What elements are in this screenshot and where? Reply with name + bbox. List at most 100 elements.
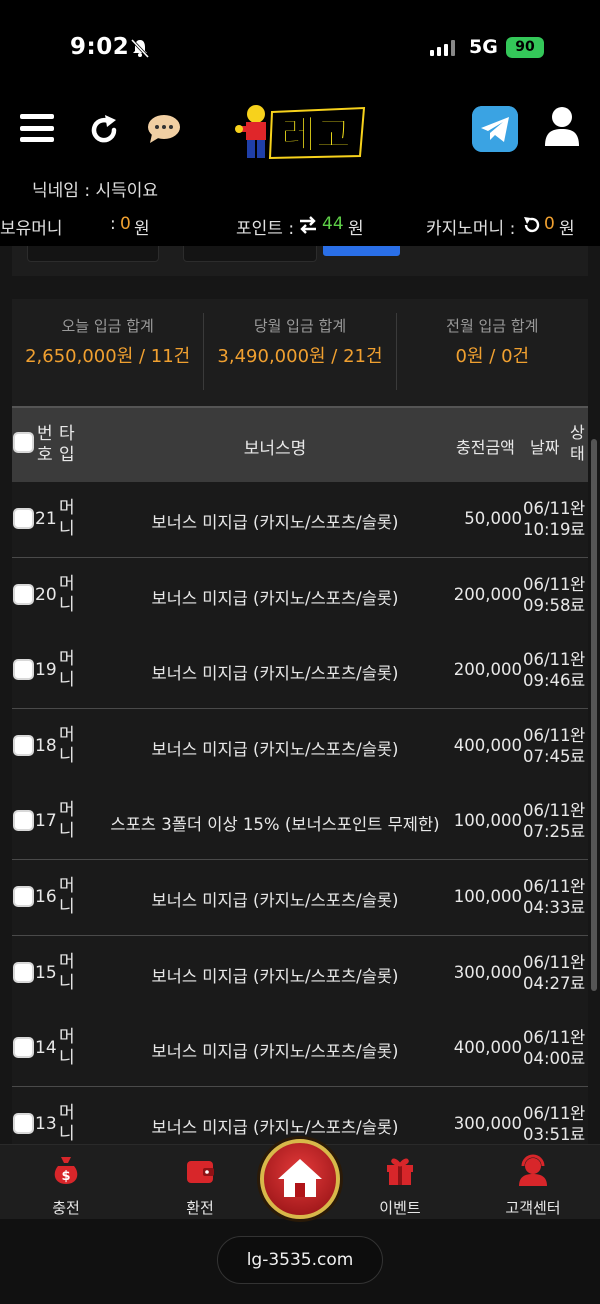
table-row[interactable]: 16 머니 보너스 미지급 (카지노/스포츠/슬롯) 100,000 06/11 04:3… <box>12 860 588 936</box>
summary-today-value: 2,650,000원 / 11건 <box>25 346 191 367</box>
summary-today: 오늘 입금 합계 2,650,000원 / 11건 <box>12 313 205 390</box>
row-time: 09:46 <box>523 671 571 691</box>
start-date-field[interactable] <box>27 246 159 262</box>
nav-support-label: 고객센터 <box>505 1199 561 1217</box>
row-checkbox[interactable] <box>13 1112 34 1134</box>
table-row[interactable]: 19 머니 보너스 미지급 (카지노/스포츠/슬롯) 200,000 06/11 09:4… <box>12 633 588 710</box>
row-date: 06/11 <box>523 877 571 896</box>
row-amount: 200,000 <box>453 584 522 604</box>
table-row[interactable]: 15 머니 보너스 미지급 (카지노/스포츠/슬롯) 300,000 06/11 04:2… <box>12 935 588 1012</box>
table-row[interactable]: 18 머니 보너스 미지급 (카지노/스포츠/슬롯) 400,000 06/11 07:4… <box>12 708 588 785</box>
points-unit: 원 <box>348 219 364 239</box>
telegram-icon[interactable] <box>472 106 518 152</box>
logo[interactable]: 레고 <box>232 102 366 164</box>
row-date: 06/11 <box>523 574 571 594</box>
summary-month-value: 3,490,000원 / 21건 <box>217 346 383 367</box>
url-bar[interactable]: lg-3535.com <box>217 1236 383 1284</box>
row-type: 머니 <box>59 1102 75 1144</box>
refresh-icon[interactable] <box>86 112 122 148</box>
row-bonus-name: 보너스 미지급 (카지노/스포츠/슬롯) <box>151 664 399 684</box>
row-amount: 100,000 <box>453 887 522 906</box>
row-checkbox[interactable] <box>13 659 34 681</box>
balance-label: 보유머니 <box>0 219 63 239</box>
deposit-history-panel: 오늘 입금 합계 2,650,000원 / 11건 당월 입금 합계 3,490… <box>0 246 600 1144</box>
exchange-icon[interactable] <box>298 216 318 234</box>
summary-today-label: 오늘 입금 합계 <box>61 317 154 335</box>
nav-support[interactable]: 고객센터 <box>488 1153 578 1218</box>
row-datetime: 06/11 09:46 <box>523 649 575 691</box>
row-num: 18 <box>35 735 57 756</box>
row-checkbox[interactable] <box>13 1037 34 1059</box>
row-datetime: 06/11 03:51 <box>523 1103 575 1144</box>
row-datetime: 06/11 09:58 <box>523 574 575 616</box>
nav-event[interactable]: 이벤트 <box>355 1153 445 1218</box>
row-datetime: 06/11 04:00 <box>523 1027 575 1069</box>
summary-last-month-label: 전월 입금 합계 <box>446 317 539 335</box>
bottom-nav: $ 충전 환전 이벤트 고객센터 lg-3535.com <box>0 1139 600 1304</box>
row-datetime: 06/11 07:45 <box>523 725 575 767</box>
row-amount: 300,000 <box>453 1113 522 1133</box>
casino-label: 카지노머니 : <box>426 219 516 239</box>
home-icon <box>278 1159 322 1197</box>
table-row[interactable]: 21 머니 보너스 미지급 (카지노/스포츠/슬롯) 50,000 06/11 10:19… <box>12 482 588 558</box>
select-all-checkbox[interactable] <box>13 432 34 453</box>
nav-withdraw-label: 환전 <box>186 1199 214 1217</box>
status-time: 9:02 <box>70 34 130 60</box>
row-status: 완료 <box>570 877 586 917</box>
row-status: 완료 <box>570 725 586 766</box>
row-num: 20 <box>35 584 57 605</box>
row-checkbox[interactable] <box>13 810 34 832</box>
reload-icon[interactable] <box>522 216 540 234</box>
search-button[interactable] <box>323 246 400 256</box>
wallet-icon <box>187 1161 214 1183</box>
summary-last-month: 전월 입금 합계 0원 / 0건 <box>397 313 588 390</box>
row-time: 03:51 <box>523 1124 571 1144</box>
row-bonus-name: 보너스 미지급 (카지노/스포츠/슬롯) <box>151 513 399 532</box>
chat-icon[interactable] <box>146 114 182 144</box>
svg-text:레고: 레고 <box>281 113 351 157</box>
support-agent-icon <box>519 1154 547 1186</box>
table-row[interactable]: 14 머니 보너스 미지급 (카지노/스포츠/슬롯) 400,000 06/11 04:0… <box>12 1011 588 1088</box>
header-date: 날짜 <box>530 438 560 457</box>
row-datetime: 06/11 10:19 <box>523 498 575 540</box>
row-bonus-name: 스포츠 3폴더 이상 15% (보너스포인트 무제한) <box>110 815 440 835</box>
app-header: 레고 닉네임 : 시득이요 보유머니 : 0 원 포인트 : 44 원 카지노머… <box>0 96 600 246</box>
balance-unit: 원 <box>134 219 150 239</box>
row-time: 04:33 <box>523 898 571 917</box>
table-row[interactable]: 13 머니 보너스 미지급 (카지노/스포츠/슬롯) 300,000 06/11 03:5… <box>12 1086 588 1144</box>
row-amount: 400,000 <box>453 1038 522 1058</box>
header-type: 타입 <box>59 424 75 465</box>
row-checkbox[interactable] <box>13 886 34 907</box>
end-date-field[interactable] <box>183 246 317 262</box>
row-checkbox[interactable] <box>13 583 34 605</box>
status-bar: 9:02 5G 90 <box>0 0 600 96</box>
table-row[interactable]: 20 머니 보너스 미지급 (카지노/스포츠/슬롯) 200,000 06/11 09:5… <box>12 557 588 634</box>
row-bonus-name: 보너스 미지급 (카지노/스포츠/슬롯) <box>151 966 399 986</box>
row-num: 21 <box>35 509 57 529</box>
row-time: 04:00 <box>523 1049 571 1069</box>
row-amount: 300,000 <box>453 962 522 982</box>
row-status: 완료 <box>570 499 586 539</box>
header-status: 상태 <box>570 423 585 463</box>
menu-icon[interactable] <box>20 111 54 145</box>
row-checkbox[interactable] <box>13 508 34 529</box>
nav-withdraw[interactable]: 환전 <box>155 1153 245 1218</box>
scrollbar[interactable] <box>591 439 597 991</box>
row-checkbox[interactable] <box>13 734 34 756</box>
row-date: 06/11 <box>523 801 571 821</box>
row-status: 완료 <box>570 650 586 691</box>
table-row[interactable]: 17 머니 스포츠 3폴더 이상 15% (보너스포인트 무제한) 100,000 06… <box>12 784 588 861</box>
row-date: 06/11 <box>523 725 571 745</box>
home-button[interactable] <box>260 1139 340 1219</box>
row-type: 머니 <box>59 876 75 917</box>
balance-colon: : <box>110 214 116 234</box>
row-num: 13 <box>35 1113 57 1134</box>
row-checkbox[interactable] <box>13 961 34 983</box>
header-num: 번호 <box>37 424 53 465</box>
user-icon[interactable] <box>544 106 580 146</box>
row-bonus-name: 보너스 미지급 (카지노/스포츠/슬롯) <box>151 739 399 759</box>
nav-deposit[interactable]: $ 충전 <box>21 1153 111 1218</box>
row-amount: 400,000 <box>453 735 522 755</box>
svg-text:$: $ <box>61 1169 70 1184</box>
row-num: 15 <box>35 962 57 983</box>
